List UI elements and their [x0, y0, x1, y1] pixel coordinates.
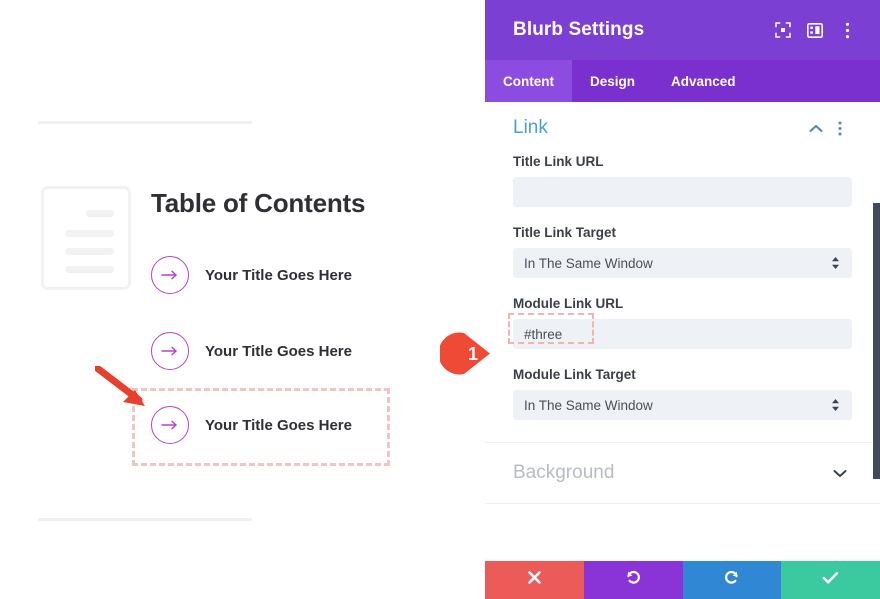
- title-link-url-input[interactable]: [513, 177, 852, 207]
- cancel-button[interactable]: [485, 561, 584, 599]
- redo-button[interactable]: [682, 561, 782, 599]
- arrow-right-circle-icon: [151, 256, 189, 294]
- section-background-title: Background: [513, 462, 615, 483]
- callout-marker-1: 1: [438, 331, 512, 376]
- chevron-updown-icon: [830, 255, 841, 271]
- field-label: Module Link Target: [513, 367, 636, 382]
- check-icon: [822, 571, 839, 590]
- section-link-header[interactable]: Link: [513, 102, 852, 154]
- tab-content[interactable]: Content: [485, 60, 572, 102]
- field-label: Title Link URL: [513, 154, 604, 169]
- red-arrow-icon: [93, 364, 165, 416]
- undo-button[interactable]: [583, 561, 683, 599]
- field-title-link-url: Title Link URL: [513, 154, 852, 207]
- page-preview-canvas: Table of Contents Your Title Goes Here Y…: [0, 0, 485, 599]
- document-icon: [41, 186, 131, 290]
- field-title-link-target: Title Link Target In The Same Window: [513, 225, 852, 278]
- field-label: Title Link Target: [513, 225, 617, 240]
- chevron-down-icon[interactable]: [828, 461, 852, 485]
- tab-advanced[interactable]: Advanced: [653, 60, 754, 102]
- blurb-settings-panel: Blurb Settings Content Design Advanced L…: [485, 0, 880, 599]
- panel-footer: [485, 561, 880, 599]
- more-vertical-icon[interactable]: [828, 116, 852, 140]
- blurb-item-selected[interactable]: Your Title Goes Here: [151, 399, 352, 451]
- module-link-url-input[interactable]: [513, 319, 852, 349]
- document-icon-line: [65, 248, 114, 255]
- more-vertical-icon[interactable]: [832, 15, 862, 45]
- document-icon-line: [86, 210, 114, 217]
- callout-number: 1: [467, 343, 478, 364]
- panel-header: Blurb Settings: [485, 0, 880, 60]
- blurb-item[interactable]: Your Title Goes Here: [151, 325, 352, 377]
- tab-design[interactable]: Design: [572, 60, 653, 102]
- blurb-item[interactable]: Your Title Goes Here: [151, 249, 352, 301]
- module-link-target-select[interactable]: In The Same Window: [513, 390, 852, 420]
- layout-panel-icon[interactable]: [800, 15, 830, 45]
- panel-scrollbar[interactable]: [873, 203, 880, 479]
- page-title: Table of Contents: [151, 188, 366, 218]
- select-value: In The Same Window: [524, 255, 653, 271]
- undo-arrow-icon: [625, 569, 642, 591]
- redo-arrow-icon: [723, 569, 740, 591]
- chevron-up-icon[interactable]: [804, 116, 828, 140]
- arrow-right-circle-icon: [151, 332, 189, 370]
- blurb-title: Your Title Goes Here: [205, 416, 352, 434]
- panel-body: Link Title Link URL Title Link Target In…: [485, 102, 880, 561]
- select-value: In The Same Window: [524, 397, 653, 413]
- blurb-title: Your Title Goes Here: [205, 342, 352, 360]
- document-icon-line: [65, 230, 114, 237]
- section-background: Background: [485, 442, 880, 504]
- field-module-link-url: Module Link URL: [508, 296, 852, 349]
- panel-title: Blurb Settings: [513, 19, 645, 40]
- section-background-header[interactable]: Background: [513, 443, 852, 503]
- save-button[interactable]: [781, 561, 880, 599]
- preview-divider-top: [38, 121, 252, 124]
- preview-divider-bottom: [38, 518, 252, 521]
- blurb-title: Your Title Goes Here: [205, 266, 352, 284]
- section-link-title: Link: [513, 117, 548, 138]
- title-link-target-select[interactable]: In The Same Window: [513, 248, 852, 278]
- focus-frame-icon[interactable]: [768, 15, 798, 45]
- chevron-updown-icon: [830, 397, 841, 413]
- field-module-link-target: Module Link Target In The Same Window: [513, 367, 852, 420]
- section-link: Link Title Link URL Title Link Target In…: [485, 102, 880, 420]
- panel-tabs: Content Design Advanced: [485, 60, 880, 102]
- close-x-icon: [527, 570, 542, 590]
- field-label: Module Link URL: [513, 296, 624, 311]
- document-icon-line: [65, 266, 114, 273]
